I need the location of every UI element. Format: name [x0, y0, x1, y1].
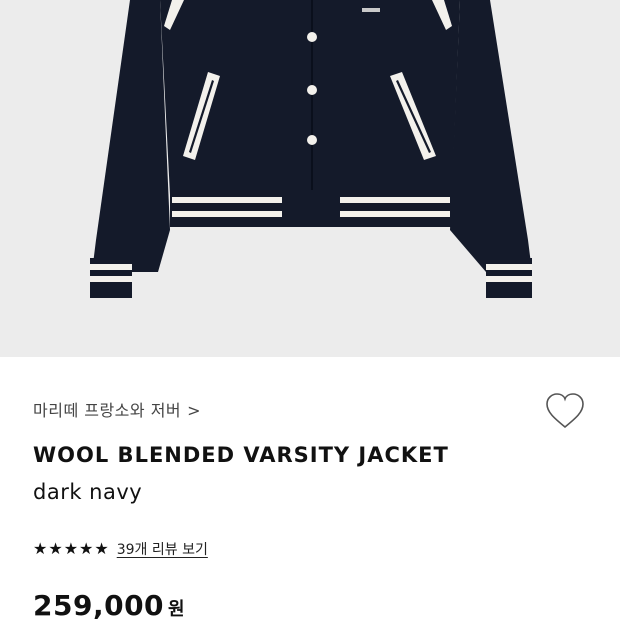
star-icon: ★: [48, 539, 63, 558]
brand-link[interactable]: 마리떼 프랑소와 저버 >: [33, 397, 201, 421]
star-icon: ★: [94, 539, 109, 558]
wishlist-button[interactable]: [544, 391, 586, 431]
rating-stars: ★ ★ ★ ★ ★: [33, 541, 109, 557]
product-title: WOOL BLENDED VARSITY JACKET: [33, 443, 449, 467]
price-currency: 원: [168, 599, 186, 620]
product-color-name: dark navy: [33, 480, 143, 504]
product-price: 259,000 원: [33, 589, 185, 622]
reviews-link[interactable]: 39개 리뷰 보기: [117, 539, 208, 559]
star-icon: ★: [33, 539, 48, 558]
heart-outline-icon: [546, 393, 584, 429]
rating-row: ★ ★ ★ ★ ★ 39개 리뷰 보기: [33, 539, 208, 559]
star-icon: ★: [79, 539, 94, 558]
star-icon: ★: [63, 539, 79, 558]
chevron-right-icon: >: [187, 401, 202, 420]
jacket-illustration: [90, 0, 532, 298]
product-info-panel: 마리떼 프랑소와 저버 > WOOL BLENDED VARSITY JACKET…: [0, 357, 620, 622]
product-image[interactable]: [0, 0, 620, 357]
brand-name[interactable]: 마리떼 프랑소와 저버: [33, 401, 181, 420]
price-value: 259,000: [33, 589, 165, 622]
